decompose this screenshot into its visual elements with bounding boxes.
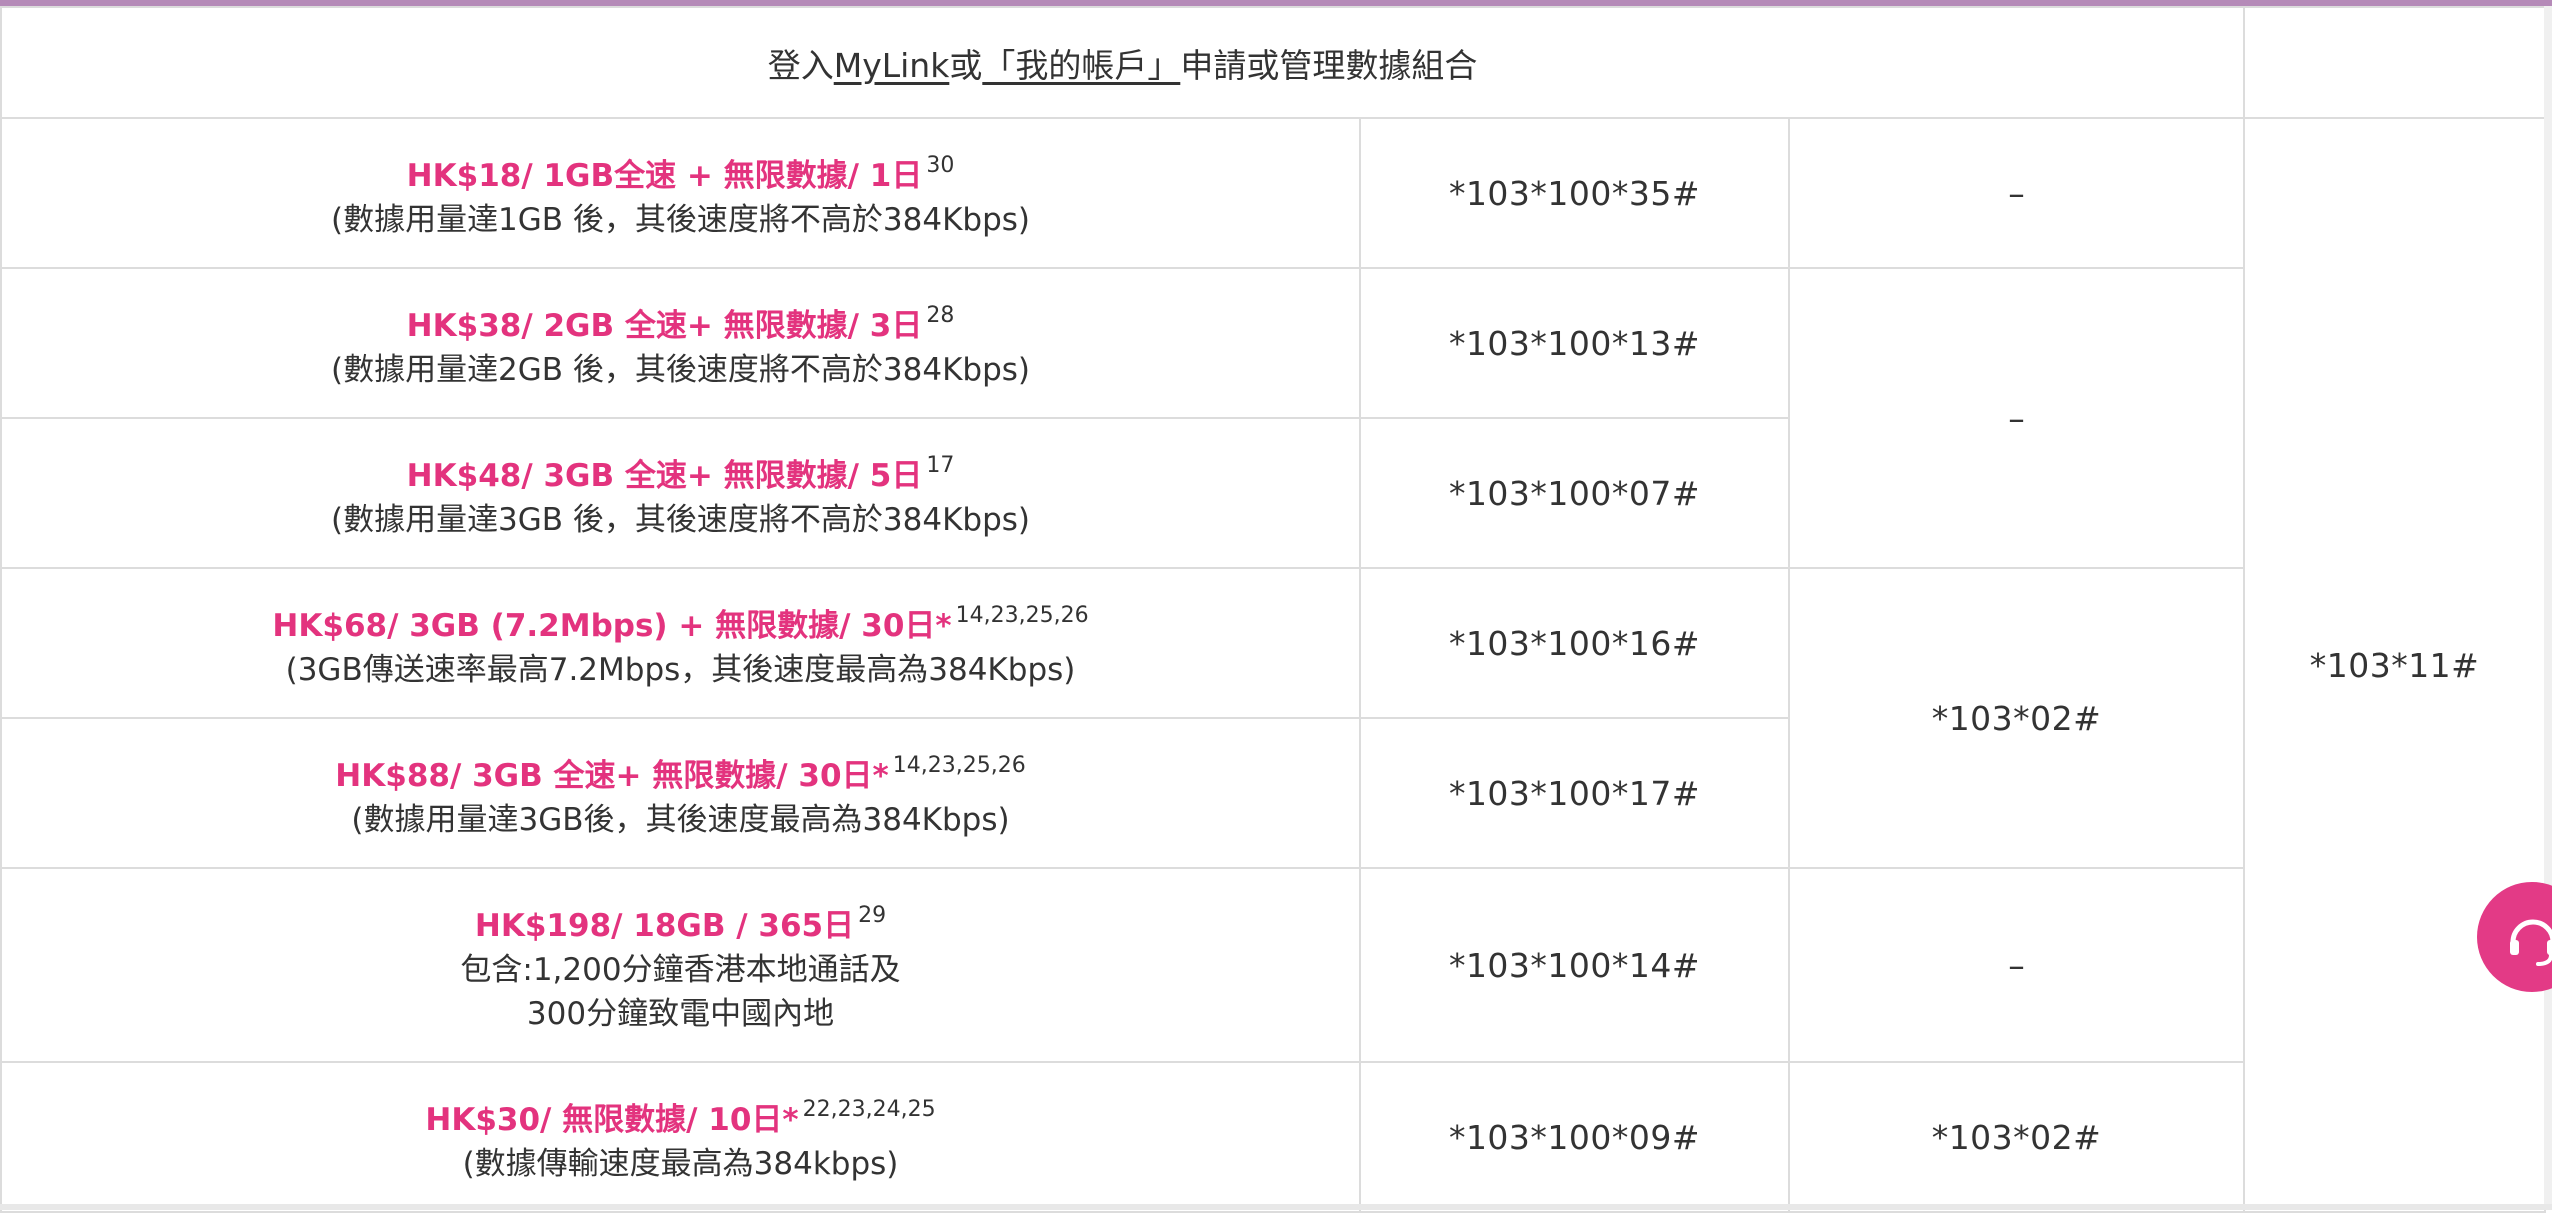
header-or-text: 或 (949, 45, 983, 85)
plan-cell: HK$198/ 18GB / 365日 29 包含:1,200分鐘香港本地通話及 … (0, 867, 1361, 1063)
plan-cell: HK$30/ 無限數據/ 10日* 22,23,24,25 (數據傳輸速度最高為3… (0, 1061, 1361, 1213)
footnote-refs: 28 (926, 303, 955, 328)
header-suffix-text: 申請或管理數據組合 (1180, 45, 1478, 85)
ussd-code-cell: *103*100*16# (1359, 567, 1790, 719)
ussd-code-cell: *103*100*13# (1359, 267, 1790, 419)
plan-title: HK$18/ 1GB全速 + 無限數據/ 1日 30 (2, 144, 1359, 198)
plan-title: HK$68/ 3GB (7.2Mbps) + 無限數據/ 30日* 14,23,2… (2, 594, 1359, 648)
plan-title-text: HK$68/ 3GB (7.2Mbps) + 無限數據/ 30日* (272, 608, 952, 644)
table-row: HK$198/ 18GB / 365日 29 包含:1,200分鐘香港本地通話及 … (0, 867, 2545, 1063)
plan-cell: HK$68/ 3GB (7.2Mbps) + 無限數據/ 30日* 14,23,2… (0, 567, 1361, 719)
footnote-refs: 22,23,24,25 (802, 1097, 936, 1122)
plan-cell: HK$38/ 2GB 全速+ 無限數據/ 3日 28 (數據用量達2GB 後，其後… (0, 267, 1361, 419)
plan-title-text: HK$38/ 2GB 全速+ 無限數據/ 3日 (406, 308, 923, 344)
plan-description: (3GB傳送速率最高7.2Mbps，其後速度最高為384Kbps) (285, 652, 1076, 688)
ussd-code-cell: *103*100*35# (1359, 117, 1790, 269)
plan-title-text: HK$30/ 無限數據/ 10日* (425, 1102, 799, 1138)
plan-description-line2: 300分鐘致電中國內地 (526, 996, 835, 1032)
plan-description: (數據用量達3GB 後，其後速度將不高於384Kbps) (330, 502, 1031, 538)
footnote-refs: 17 (926, 453, 955, 478)
header-prefix-text: 登入 (767, 45, 834, 85)
plan-title-text: HK$88/ 3GB 全速+ 無限數據/ 30日* (335, 758, 889, 794)
plan-title-text: HK$18/ 1GB全速 + 無限數據/ 1日 (406, 158, 923, 194)
plan-title: HK$48/ 3GB 全速+ 無限數據/ 5日 17 (2, 444, 1359, 498)
table-header-cell: 登入MyLink或「我的帳戶」申請或管理數據組合 (0, 6, 2246, 119)
ussd-code-cell: *103*100*09# (1359, 1061, 1790, 1213)
plan-description: (數據用量達3GB後，其後速度最高為384Kbps) (351, 802, 1010, 838)
code-col4-merged-cell: *103*11# (2243, 117, 2547, 1213)
plan-cell: HK$48/ 3GB 全速+ 無限數據/ 5日 17 (數據用量達3GB 後，其後… (0, 417, 1361, 569)
table-row: HK$68/ 3GB (7.2Mbps) + 無限數據/ 30日* 14,23,2… (0, 567, 2545, 869)
footnote-refs: 30 (926, 153, 955, 178)
plan-cell: HK$88/ 3GB 全速+ 無限數據/ 30日* 14,23,25,26 (數據… (0, 717, 1361, 869)
headset-icon (2510, 919, 2552, 966)
footnote-refs: 14,23,25,26 (892, 753, 1026, 778)
plan-description: (數據傳輸速度最高為384kbps) (462, 1146, 899, 1182)
manage-data-packs-instruction: 登入MyLink或「我的帳戶」申請或管理數據組合 (768, 46, 1478, 85)
table-row: HK$30/ 無限數據/ 10日* 22,23,24,25 (數據傳輸速度最高為3… (0, 1061, 2545, 1213)
plan-title: HK$198/ 18GB / 365日 29 (2, 894, 1359, 948)
table-row: HK$18/ 1GB全速 + 無限數據/ 1日 30 (數據用量達1GB 後，其後… (0, 117, 2547, 1213)
ussd-code-cell: *103*100*17# (1359, 717, 1790, 869)
code-col3-cell: – (1787, 867, 2246, 1063)
footnote-refs: 29 (858, 903, 887, 928)
data-pack-table-container: 登入MyLink或「我的帳戶」申請或管理數據組合 HK$18/ 1GB全速 + … (0, 6, 2547, 1213)
page-right-edge (2544, 6, 2552, 1210)
plan-title-text: HK$48/ 3GB 全速+ 無限數據/ 5日 (406, 458, 923, 494)
table-row: HK$38/ 2GB 全速+ 無限數據/ 3日 28 (數據用量達2GB 後，其後… (0, 267, 2545, 569)
data-pack-table: 登入MyLink或「我的帳戶」申請或管理數據組合 HK$18/ 1GB全速 + … (0, 6, 2547, 1213)
footnote-refs: 14,23,25,26 (955, 603, 1089, 628)
plan-title: HK$88/ 3GB 全速+ 無限數據/ 30日* 14,23,25,26 (2, 744, 1359, 798)
code-col3-cell: *103*02# (1787, 567, 2246, 869)
plan-description: (數據用量達2GB 後，其後速度將不高於384Kbps) (330, 352, 1031, 388)
code-col3-cell: *103*02# (1787, 1061, 2246, 1213)
plan-description-line1: 包含:1,200分鐘香港本地通話及 (460, 952, 901, 988)
my-account-link[interactable]: 「我的帳戶」 (982, 46, 1180, 85)
plan-title: HK$30/ 無限數據/ 10日* 22,23,24,25 (2, 1088, 1359, 1142)
page-bottom-edge (0, 1204, 2552, 1210)
plan-title: HK$38/ 2GB 全速+ 無限數據/ 3日 28 (2, 294, 1359, 348)
table-header-empty-cell (2243, 6, 2547, 119)
code-col3-cell: – (1787, 117, 2246, 269)
plan-cell: HK$18/ 1GB全速 + 無限數據/ 1日 30 (數據用量達1GB 後，其後… (0, 117, 1361, 269)
code-col3-cell: – (1787, 267, 2246, 569)
ussd-code-cell: *103*100*07# (1359, 417, 1790, 569)
ussd-code-cell: *103*100*14# (1359, 867, 1790, 1063)
plan-title-text: HK$198/ 18GB / 365日 (474, 908, 855, 944)
mylink-link[interactable]: MyLink (834, 46, 950, 85)
plan-description: (數據用量達1GB 後，其後速度將不高於384Kbps) (330, 202, 1031, 238)
